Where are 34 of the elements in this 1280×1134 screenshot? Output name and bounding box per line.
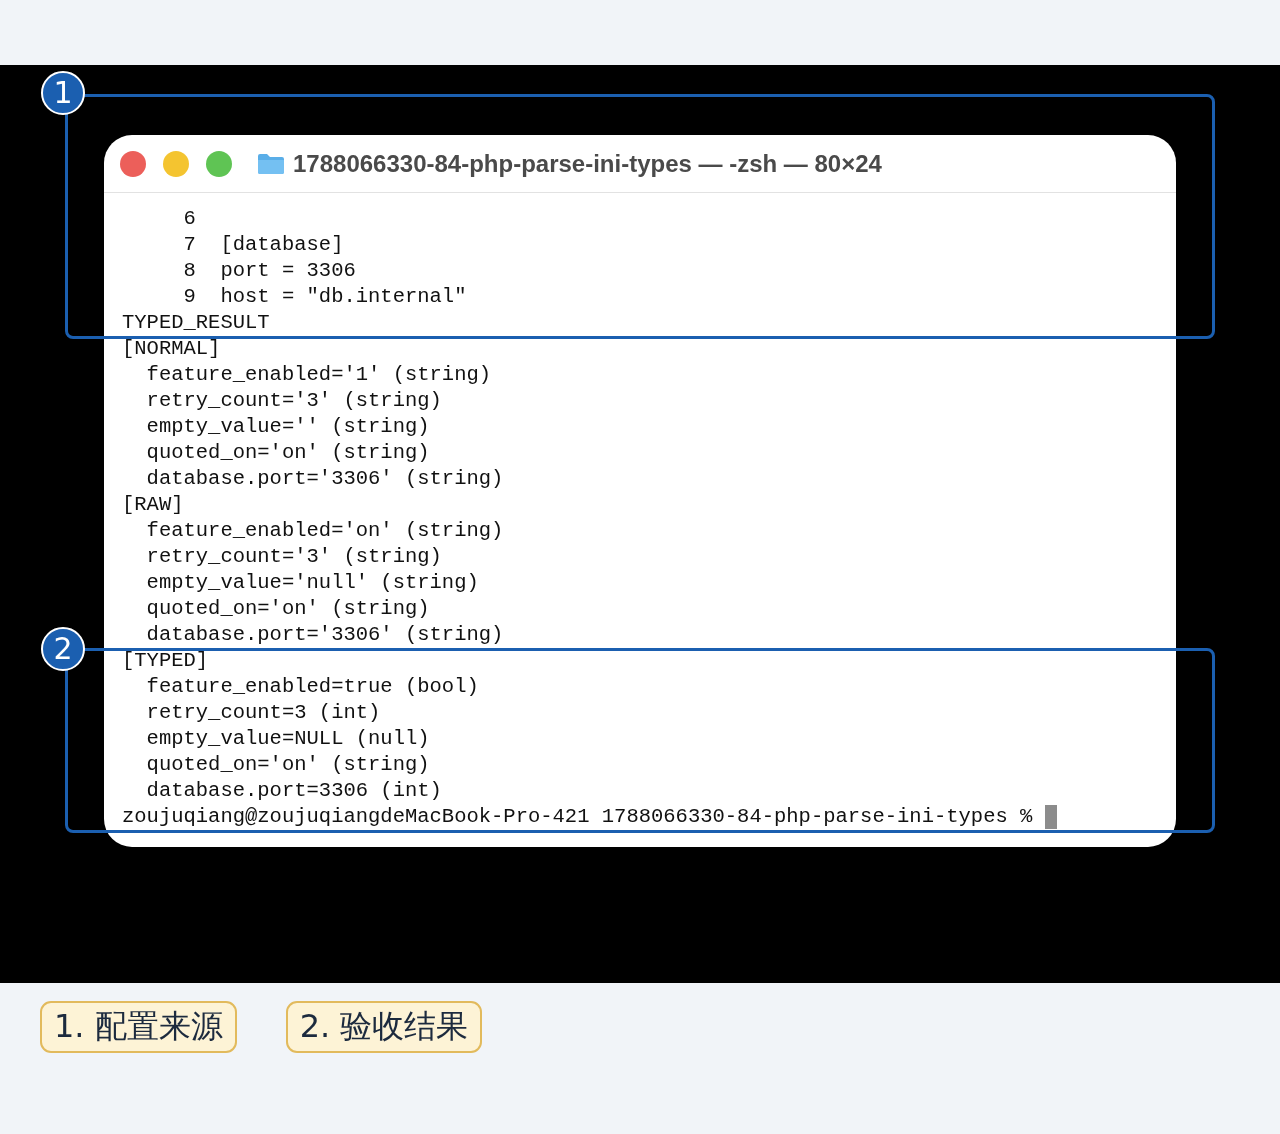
terminal-line: feature_enabled='1' (string) (145, 362, 493, 388)
shell-prompt: zoujuqiang@zoujuqiangdeMacBook-Pro-421 1788066330-84-php-parse-ini-types % (122, 804, 1034, 830)
terminal-line: [NORMAL] (122, 336, 222, 362)
annotation-number: 2 (41, 627, 85, 671)
zoom-button[interactable] (206, 150, 232, 177)
terminal-line: retry_count=3 (int) (145, 700, 382, 726)
terminal-line: feature_enabled=true (bool) (145, 674, 480, 700)
terminal-line: 8 port = 3306 (182, 258, 357, 284)
step-label: 2. 验收结果 (285, 1001, 483, 1053)
terminal-line: empty_value='' (string) (145, 414, 431, 440)
terminal-line: retry_count='3' (string) (145, 388, 443, 414)
text-cursor (1044, 805, 1057, 829)
terminal-line: database.port='3306' (string) (145, 466, 505, 492)
terminal-line: 9 host = "db.internal" (182, 284, 468, 310)
step-label: 1. 配置来源 (40, 1001, 237, 1053)
terminal-line: [TYPED] (122, 648, 210, 674)
terminal-line: database.port='3306' (string) (145, 622, 505, 648)
terminal-line: feature_enabled='on' (string) (145, 518, 505, 544)
close-button[interactable] (120, 150, 146, 177)
terminal-line: empty_value='null' (string) (145, 570, 480, 596)
annotation-number: 1 (41, 71, 85, 115)
terminal-line: quoted_on='on' (string) (145, 596, 431, 622)
terminal-line: quoted_on='on' (string) (145, 440, 431, 466)
terminal-line: empty_value=NULL (null) (145, 726, 431, 752)
minimize-button[interactable] (163, 150, 189, 177)
terminal-line: database.port=3306 (int) (145, 778, 443, 804)
folder-icon (257, 152, 285, 175)
terminal-line: 6 (182, 206, 197, 232)
terminal-line: quoted_on='on' (string) (145, 752, 431, 778)
terminal-line: [RAW] (122, 492, 185, 518)
terminal-line: TYPED_RESULT (122, 310, 271, 336)
terminal-line: 7 [database] (182, 232, 345, 258)
terminal-line: retry_count='3' (string) (145, 544, 443, 570)
window-title: 1788066330-84-php-parse-ini-types — -zsh — 80×24 (293, 149, 882, 178)
